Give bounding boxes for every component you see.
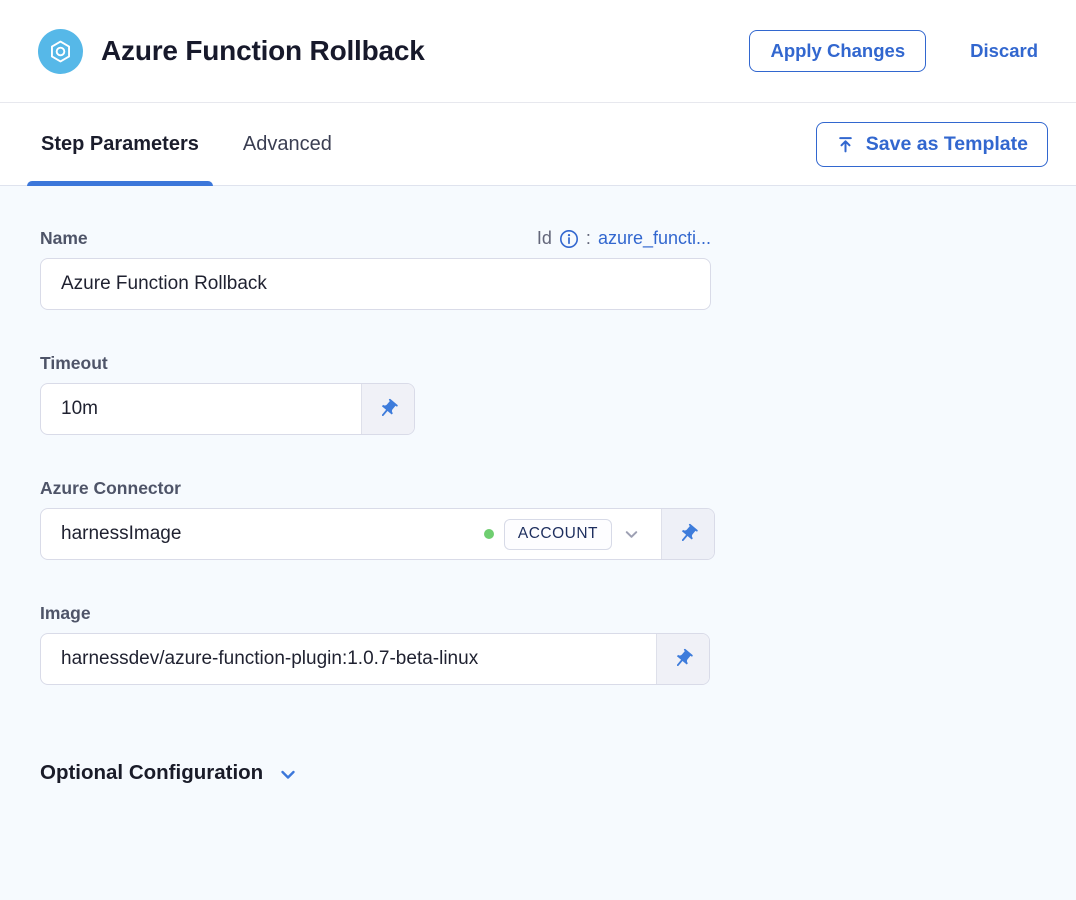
image-input-type-selector[interactable] [656,634,709,684]
timeout-input-group [40,383,415,435]
step-config-panel: Azure Function Rollback Apply Changes Di… [0,0,1076,900]
tab-step-parameters[interactable]: Step Parameters [27,103,213,185]
tab-advanced-label: Advanced [243,133,332,156]
connector-field-block: Azure Connector harnessImage ACCOUNT [40,478,1036,560]
connector-input-group: harnessImage ACCOUNT [40,508,715,560]
tab-bar: Step Parameters Advanced Save as Templat… [0,103,1076,186]
save-as-template-label: Save as Template [866,133,1028,156]
save-as-template-button[interactable]: Save as Template [816,122,1048,167]
pushpin-icon [377,398,399,420]
upload-arrow-icon [836,135,855,154]
id-colon: : [586,228,591,249]
optional-configuration-label: Optional Configuration [40,761,263,785]
name-input[interactable] [40,258,711,310]
tab-advanced[interactable]: Advanced [229,103,346,185]
connector-status-dot [484,529,494,539]
chevron-down-icon [278,765,298,785]
timeout-input-type-selector[interactable] [361,384,414,434]
chevron-down-icon[interactable] [623,526,640,543]
name-label: Name [40,228,88,249]
pushpin-icon [672,648,694,670]
timeout-field-block: Timeout [40,353,1036,435]
apply-changes-button[interactable]: Apply Changes [749,30,926,72]
optional-configuration-toggle[interactable]: Optional Configuration [40,761,298,785]
step-id-row: Id : azure_functi... [537,228,711,249]
pushpin-icon [677,523,699,545]
connector-scope-badge: ACCOUNT [504,519,612,550]
page-title: Azure Function Rollback [101,35,425,67]
connector-value: harnessImage [61,523,484,545]
name-field-block: Name Id : azure_functi... [40,228,1036,310]
image-input-group [40,633,710,685]
connector-label: Azure Connector [40,478,1036,499]
step-parameters-form: Name Id : azure_functi... [0,186,1076,900]
image-field-block: Image [40,603,1036,685]
step-type-icon [38,29,83,74]
tab-step-parameters-label: Step Parameters [41,133,199,156]
step-id-value-link[interactable]: azure_functi... [598,228,711,249]
id-label: Id [537,228,552,249]
info-circle-icon[interactable] [559,229,579,249]
header: Azure Function Rollback Apply Changes Di… [0,0,1076,103]
timeout-label: Timeout [40,353,1036,374]
discard-button[interactable]: Discard [970,40,1038,62]
connector-input-type-selector[interactable] [661,509,714,559]
image-input[interactable] [41,634,656,684]
image-label: Image [40,603,1036,624]
connector-select[interactable]: harnessImage ACCOUNT [41,509,661,559]
timeout-input[interactable] [41,384,361,434]
